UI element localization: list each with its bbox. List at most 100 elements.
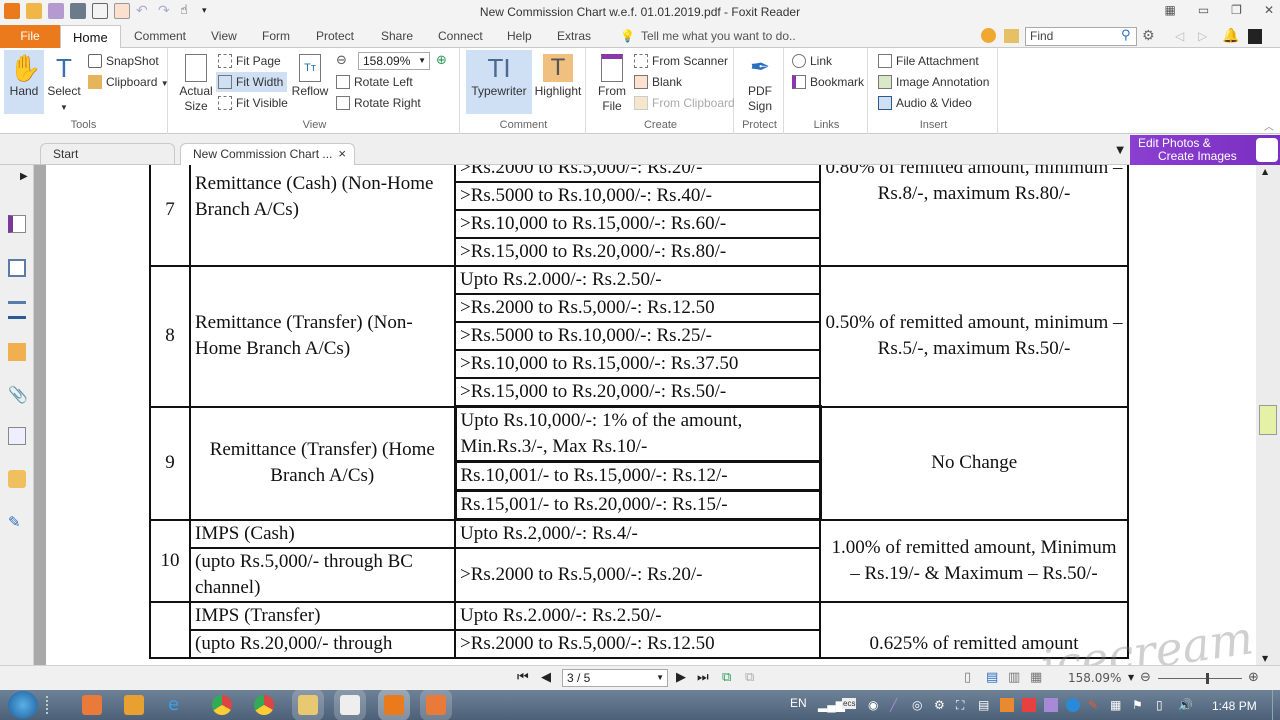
clock[interactable]: 1:48 PM bbox=[1212, 699, 1257, 713]
tray-icon-7[interactable]: ▦ bbox=[1110, 698, 1121, 712]
tray-icon-2[interactable]: ▤ bbox=[978, 698, 989, 712]
search-folder-icon[interactable] bbox=[1004, 29, 1019, 43]
collapse-ribbon-icon[interactable]: ︿ bbox=[1264, 118, 1274, 133]
language-indicator[interactable]: EN bbox=[790, 696, 807, 710]
show-desktop-button[interactable] bbox=[1272, 690, 1280, 720]
pen-tray-icon[interactable]: ╱ bbox=[890, 698, 897, 712]
settings-gear-icon[interactable]: ⚙ bbox=[1142, 28, 1155, 44]
network-share-tray-icon[interactable]: ⚙ bbox=[934, 698, 945, 712]
reflow-button[interactable]: Tт Reflow bbox=[288, 50, 332, 114]
chrome-alt-taskbar-icon[interactable] bbox=[254, 695, 274, 715]
clipboard-button[interactable]: Clipboard ▼ bbox=[88, 72, 173, 92]
foxit-reader-taskbar-icon[interactable] bbox=[384, 695, 404, 715]
start-button[interactable] bbox=[8, 691, 38, 719]
document-viewport[interactable]: 7 Remittance (Cash) (Non-Home Branch A/C… bbox=[34, 165, 1256, 665]
pages-panel-icon[interactable] bbox=[8, 259, 26, 277]
status-zoom-dropdown-icon[interactable]: ▼ bbox=[1128, 673, 1134, 682]
from-scanner-button[interactable]: From Scanner bbox=[634, 51, 732, 71]
certificate-sign-icon[interactable]: ✎ bbox=[8, 513, 26, 531]
scroll-down-icon[interactable]: ▼ bbox=[1262, 654, 1268, 663]
comments-panel-icon[interactable] bbox=[8, 343, 26, 361]
pdf-sign-button[interactable]: ✒ PDF Sign bbox=[740, 50, 780, 114]
user-avatar-icon[interactable] bbox=[1248, 29, 1262, 44]
previous-view-icon[interactable]: ⧉ bbox=[722, 670, 731, 685]
zoom-level-select[interactable]: 158.09% ▼ bbox=[358, 52, 430, 70]
volume-tray-icon[interactable]: 🔊 bbox=[1178, 698, 1193, 712]
actual-size-button[interactable]: Actual Size bbox=[176, 50, 216, 114]
previous-result-icon[interactable]: ◁ bbox=[1175, 29, 1184, 43]
notification-bell-icon[interactable]: 🔔 bbox=[1222, 28, 1239, 44]
page-number-input[interactable]: 3 / 5 ▼ bbox=[562, 669, 668, 687]
file-tab[interactable]: File bbox=[0, 25, 60, 48]
tab-start[interactable]: Start bbox=[40, 143, 175, 165]
select-tool-button[interactable]: T Select ▼ bbox=[46, 50, 82, 114]
audio-video-button[interactable]: Audio & Video bbox=[878, 93, 976, 113]
zoom-slider[interactable] bbox=[1158, 673, 1242, 684]
internet-explorer-taskbar-icon[interactable]: e bbox=[168, 695, 188, 715]
tray-icon-5[interactable] bbox=[1044, 698, 1058, 712]
zoom-out-icon[interactable]: ⊖ bbox=[336, 53, 347, 68]
next-result-icon[interactable]: ▷ bbox=[1198, 29, 1207, 43]
tab-home[interactable]: Home bbox=[60, 25, 121, 49]
image-annotation-button[interactable]: Image Annotation bbox=[878, 72, 993, 92]
layers-panel-icon[interactable] bbox=[8, 301, 26, 319]
link-button[interactable]: Link bbox=[792, 51, 836, 71]
first-page-icon[interactable]: ⏮ bbox=[517, 670, 529, 685]
app-window-taskbar-icon[interactable] bbox=[340, 695, 360, 715]
edit-photos-ad-banner[interactable]: Edit Photos & Create Images bbox=[1130, 135, 1280, 165]
security-lock-icon[interactable] bbox=[8, 470, 26, 488]
facing-page-icon[interactable]: ▥ bbox=[1008, 670, 1020, 685]
next-page-icon[interactable]: ▶ bbox=[676, 670, 686, 685]
ecs-tray-icon[interactable]: ecs bbox=[842, 698, 857, 709]
tab-help[interactable]: Help bbox=[507, 25, 532, 48]
close-tab-icon[interactable]: × bbox=[338, 144, 346, 164]
tabs-dropdown-icon[interactable]: ▼ bbox=[1116, 145, 1124, 156]
tab-share[interactable]: Share bbox=[381, 25, 413, 48]
next-view-icon[interactable]: ⧉ bbox=[745, 670, 754, 685]
vertical-scrollbar[interactable]: ▲ ▼ bbox=[1256, 165, 1280, 665]
fit-width-button[interactable]: Fit Width bbox=[216, 72, 288, 92]
restore-button[interactable]: ❐ bbox=[1231, 3, 1242, 17]
recorder-taskbar-icon[interactable] bbox=[426, 695, 446, 715]
chrome-taskbar-icon[interactable] bbox=[212, 695, 232, 715]
single-page-icon[interactable]: ▯ bbox=[964, 670, 971, 685]
fit-visible-button[interactable]: Fit Visible bbox=[218, 93, 292, 113]
heart-icon[interactable] bbox=[981, 28, 996, 43]
search-icon[interactable]: ⚲ bbox=[1121, 28, 1131, 43]
teamviewer-tray-icon[interactable] bbox=[1066, 698, 1080, 712]
status-zoom-out-icon[interactable]: ⊖ bbox=[1140, 670, 1151, 685]
tray-icon-3[interactable] bbox=[1000, 698, 1014, 712]
tab-protect[interactable]: Protect bbox=[316, 25, 354, 48]
select-dropdown-icon[interactable]: ▼ bbox=[60, 103, 68, 112]
from-file-button[interactable]: From File bbox=[592, 50, 632, 114]
typewriter-button[interactable]: TI Typewriter bbox=[466, 50, 532, 114]
close-button[interactable]: ✕ bbox=[1264, 3, 1274, 17]
ribbon-display-icon[interactable]: ▦ bbox=[1164, 3, 1175, 17]
tray-icon-1[interactable]: ◉ bbox=[868, 698, 878, 712]
blank-button[interactable]: Blank bbox=[634, 72, 686, 92]
hand-tool-button[interactable]: ✋ Hand bbox=[4, 50, 44, 114]
rotate-left-button[interactable]: Rotate Left bbox=[336, 72, 417, 92]
rotate-right-button[interactable]: Rotate Right bbox=[336, 93, 425, 113]
file-attachment-button[interactable]: File Attachment bbox=[878, 51, 983, 71]
signal-tray-icon[interactable]: ▂▄▆ bbox=[818, 698, 845, 712]
bookmarks-panel-icon[interactable] bbox=[8, 215, 26, 233]
action-center-flag-icon[interactable]: ⚑ bbox=[1132, 698, 1143, 712]
minimize-button[interactable]: ▭ bbox=[1198, 3, 1209, 17]
webcam-tray-icon[interactable]: ◎ bbox=[912, 698, 922, 712]
signatures-panel-icon[interactable] bbox=[8, 427, 26, 445]
zoom-slider-handle[interactable] bbox=[1206, 673, 1209, 684]
fit-page-button[interactable]: Fit Page bbox=[218, 51, 285, 71]
tray-icon-4[interactable] bbox=[1022, 698, 1036, 712]
tab-comment[interactable]: Comment bbox=[134, 25, 186, 48]
expand-sidebar-icon[interactable]: ▶ bbox=[20, 171, 28, 182]
scroll-up-icon[interactable]: ▲ bbox=[1262, 167, 1268, 176]
attachments-panel-icon[interactable]: 📎 bbox=[8, 385, 28, 404]
continuous-page-icon[interactable]: ▤ bbox=[986, 670, 998, 685]
continuous-facing-icon[interactable]: ▦ bbox=[1030, 670, 1042, 685]
highlight-button[interactable]: T Highlight bbox=[532, 50, 584, 114]
bookmark-button[interactable]: Bookmark bbox=[792, 72, 868, 92]
tab-view[interactable]: View bbox=[211, 25, 237, 48]
file-explorer-taskbar-icon[interactable] bbox=[298, 695, 318, 715]
tab-connect[interactable]: Connect bbox=[438, 25, 483, 48]
